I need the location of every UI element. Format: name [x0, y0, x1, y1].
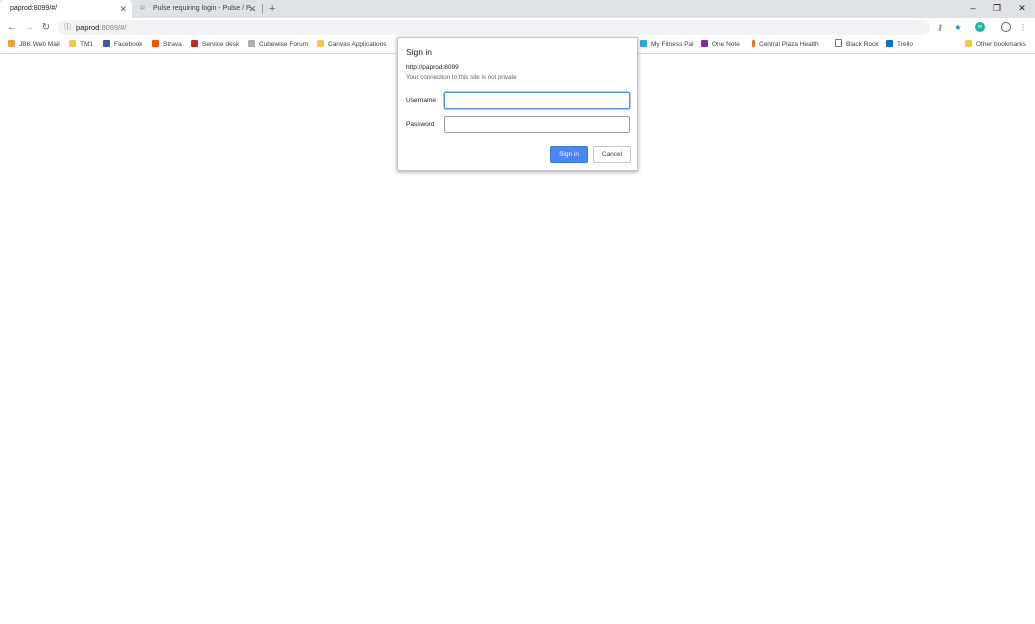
password-input[interactable] [444, 116, 630, 133]
dialog-url: http://paprod:8099 [406, 64, 459, 71]
pulse-favicon-icon: ▤ [140, 5, 145, 11]
tab-strip: paprod:8099/#/ ✕ ▤ Pulse requiring login… [0, 0, 1035, 18]
back-icon[interactable]: ← [5, 18, 19, 37]
tab-separator [262, 4, 263, 14]
toolbar: ← → ↻ ⓘ paprod:8099/#/ ⚷ ★ ⋮ [0, 18, 1035, 37]
bookmark-label: Service desk [202, 41, 240, 48]
bookmark-strava[interactable]: Strava [152, 37, 182, 53]
extension-icon[interactable]: m [975, 22, 985, 32]
bookmark-label: Other bookmarks [976, 41, 1026, 48]
flag-icon [752, 39, 755, 47]
page-icon [835, 39, 842, 48]
bookmark-label: Central Plaza Health [759, 41, 819, 48]
folder-icon [965, 39, 972, 47]
bookmark-label: Canvas Applications [328, 41, 387, 48]
minimize-icon[interactable]: – [962, 0, 984, 18]
bookmark-service-desk[interactable]: Service desk [191, 37, 239, 53]
password-label: Password [406, 121, 435, 128]
bookmark-label: One Note [712, 41, 740, 48]
star-icon[interactable]: ★ [952, 21, 964, 34]
profile-icon[interactable] [1001, 22, 1011, 32]
reload-icon[interactable]: ↻ [39, 18, 53, 37]
close-tab-icon[interactable]: ✕ [119, 0, 127, 18]
bookmark-one-note[interactable]: One Note [701, 37, 740, 53]
forward-icon[interactable]: → [22, 18, 36, 37]
username-label: Username [406, 97, 436, 104]
bookmark-black-rock[interactable]: Black Rock [835, 37, 879, 53]
bookmark-central-plaza-health[interactable]: Central Plaza Health [752, 37, 819, 53]
menu-icon[interactable]: ⋮ [1017, 21, 1029, 34]
fitness-icon [640, 39, 647, 47]
bookmark-label: TM1 [80, 41, 93, 48]
tab-inactive[interactable]: ▤ Pulse requiring login - Pulse / P... ✕ [135, 0, 261, 18]
bookmark-label: Trello [897, 41, 914, 48]
forum-icon [248, 39, 255, 47]
bookmark-trello[interactable]: Trello [886, 37, 913, 53]
onenote-icon [701, 39, 708, 47]
sign-in-button[interactable]: Sign in [550, 146, 588, 163]
bookmark-other-bookmarks[interactable]: Other bookmarks [965, 37, 1026, 53]
close-tab-icon[interactable]: ✕ [248, 0, 256, 18]
bookmark-cubewise-forum[interactable]: Cubewise Forum [248, 37, 308, 53]
url-path: :8099/#/ [99, 23, 127, 32]
service-desk-icon [191, 39, 198, 47]
trello-icon [886, 39, 893, 47]
strava-icon [152, 39, 159, 47]
sign-in-dialog: Sign in http://paprod:8099 Your connecti… [397, 37, 638, 171]
address-bar[interactable]: ⓘ paprod:8099/#/ [58, 20, 930, 35]
bookmark-label: Cubewise Forum [259, 41, 309, 48]
folder-icon [69, 39, 76, 47]
bookmark-jbk-web-mail[interactable]: JBK Web Mail [8, 37, 60, 53]
tab-title: Pulse requiring login - Pulse / P... [153, 5, 256, 12]
cancel-button[interactable]: Cancel [593, 146, 631, 163]
bookmark-tm1[interactable]: TM1 [69, 37, 93, 53]
bookmark-label: Facebook [114, 41, 143, 48]
facebook-icon [103, 39, 110, 47]
bookmark-label: JBK Web Mail [19, 41, 60, 48]
bookmark-facebook[interactable]: Facebook [103, 37, 143, 53]
folder-icon [317, 39, 324, 47]
info-icon[interactable]: ⓘ [64, 20, 71, 35]
new-tab-icon[interactable]: + [269, 0, 275, 18]
username-input[interactable] [444, 92, 630, 109]
close-window-icon[interactable]: ✕ [1011, 0, 1033, 18]
restore-icon[interactable]: ❐ [986, 0, 1008, 18]
key-icon[interactable]: ⚷ [934, 21, 946, 34]
bookmark-canvas-applications[interactable]: Canvas Applications [317, 37, 387, 53]
tab-title: paprod:8099/#/ [10, 5, 58, 12]
dialog-title: Sign in [406, 47, 432, 57]
bookmark-label: Black Rock [846, 41, 879, 48]
dialog-privacy-note: Your connection to this site is not priv… [406, 74, 517, 81]
bookmark-my-fitness-pal[interactable]: My Fitness Pal [640, 37, 694, 53]
bookmark-label: Strava [163, 41, 182, 48]
bookmark-label: My Fitness Pal [651, 41, 694, 48]
url-host: paprod [76, 23, 100, 32]
mail-icon [8, 39, 15, 47]
tab-active[interactable]: paprod:8099/#/ ✕ [0, 0, 132, 18]
